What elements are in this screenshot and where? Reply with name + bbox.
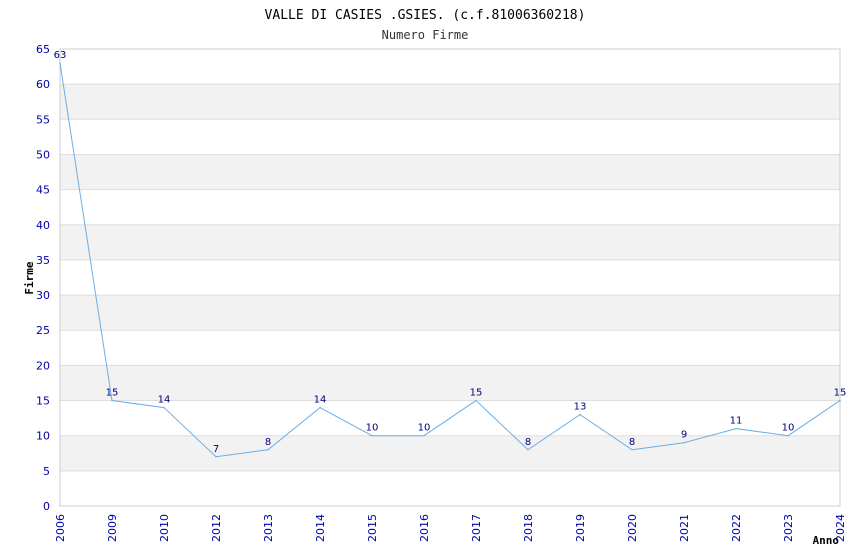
data-label: 15 xyxy=(106,388,119,399)
x-axis-label: Anno xyxy=(813,534,840,547)
data-label: 8 xyxy=(629,437,635,448)
data-label: 14 xyxy=(158,395,171,406)
chart-subtitle: Numero Firme xyxy=(382,28,469,42)
line-chart: VALLE DI CASIES .GSIES. (c.f.81006360218… xyxy=(23,8,847,547)
data-label: 15 xyxy=(470,388,483,399)
x-tick-label: 2022 xyxy=(730,514,743,542)
y-tick-label: 5 xyxy=(43,465,50,478)
grid-band xyxy=(60,435,840,471)
data-point xyxy=(371,434,373,437)
y-tick-label: 40 xyxy=(36,219,50,232)
y-tick-label: 50 xyxy=(36,148,50,161)
data-point xyxy=(683,441,685,444)
y-tick-label: 20 xyxy=(36,359,50,372)
y-tick-label: 10 xyxy=(36,430,50,443)
data-label: 7 xyxy=(213,444,219,455)
x-tick-label: 2023 xyxy=(782,514,795,542)
x-tick-label: 2018 xyxy=(522,514,535,542)
x-tick-label: 2019 xyxy=(574,514,587,542)
data-point xyxy=(111,399,113,402)
grid-band xyxy=(60,224,840,260)
data-point xyxy=(267,448,269,451)
data-point xyxy=(631,448,633,451)
data-point xyxy=(579,413,581,416)
x-tick-label: 2014 xyxy=(314,514,327,542)
y-tick-label: 55 xyxy=(36,113,50,126)
y-tick-label: 15 xyxy=(36,395,50,408)
x-tick-label: 2016 xyxy=(418,514,431,542)
x-tick-label: 2013 xyxy=(262,514,275,542)
y-tick-label: 25 xyxy=(36,324,50,337)
y-tick-label: 60 xyxy=(36,78,50,91)
grid-band xyxy=(60,154,840,190)
data-point xyxy=(735,427,737,430)
x-tick-label: 2009 xyxy=(106,514,119,542)
data-point xyxy=(839,399,841,402)
x-tick-label: 2010 xyxy=(158,514,171,542)
grid-bands xyxy=(60,84,840,471)
data-point xyxy=(215,455,217,458)
grid-band xyxy=(60,84,840,120)
y-axis-ticks: 0 5 10 15 20 25 30 35 40 45 50 55 60 65 xyxy=(36,43,50,513)
x-tick-label: 2017 xyxy=(470,514,483,542)
data-label: 10 xyxy=(418,423,431,434)
y-tick-label: 65 xyxy=(36,43,50,56)
data-label: 63 xyxy=(54,50,67,61)
data-point xyxy=(423,434,425,437)
data-point xyxy=(59,62,61,64)
data-label: 8 xyxy=(265,437,271,448)
y-tick-label: 30 xyxy=(36,289,50,302)
y-axis-label: Firme xyxy=(23,261,36,294)
x-tick-label: 2012 xyxy=(210,514,223,542)
data-point xyxy=(787,434,789,437)
x-tick-label: 2020 xyxy=(626,514,639,542)
x-tick-label: 2015 xyxy=(366,514,379,542)
y-tick-label: 0 xyxy=(43,500,50,513)
x-tick-label: 2006 xyxy=(54,514,67,542)
data-point xyxy=(475,399,477,402)
data-point xyxy=(319,406,321,409)
data-point xyxy=(163,406,165,409)
chart-title: VALLE DI CASIES .GSIES. (c.f.81006360218… xyxy=(265,8,586,23)
data-label: 14 xyxy=(314,395,327,406)
data-label: 11 xyxy=(730,416,743,427)
data-label: 10 xyxy=(782,423,795,434)
data-label: 8 xyxy=(525,437,531,448)
grid-band xyxy=(60,365,840,401)
y-tick-label: 35 xyxy=(36,254,50,267)
data-label: 15 xyxy=(834,388,847,399)
data-label: 10 xyxy=(366,423,379,434)
data-point xyxy=(527,448,529,451)
x-tick-label: 2021 xyxy=(678,514,691,542)
data-label: 13 xyxy=(574,402,587,413)
y-tick-label: 45 xyxy=(36,184,50,197)
x-axis-ticks: 2006 2009 2010 2012 2013 2014 2015 2016 2017 2018… xyxy=(54,514,847,542)
data-label: 9 xyxy=(681,430,687,441)
grid-band xyxy=(60,295,840,331)
